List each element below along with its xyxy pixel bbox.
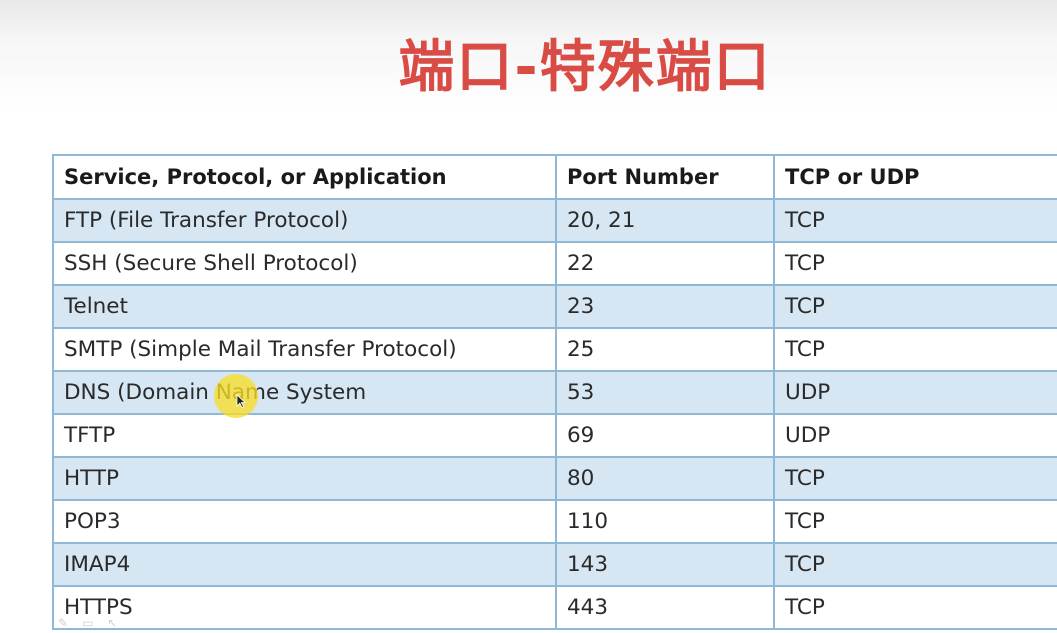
table-row: SSH (Secure Shell Protocol) 22 TCP (52, 241, 1057, 286)
table-row: HTTP 80 TCP (52, 456, 1057, 501)
service-cell: POP3 (52, 499, 557, 544)
service-cell: Telnet (52, 284, 557, 329)
protocol-cell: TCP (773, 198, 1057, 243)
protocol-cell: TCP (773, 499, 1057, 544)
table-row: SMTP (Simple Mail Transfer Protocol) 25 … (52, 327, 1057, 372)
port-table: Service, Protocol, or Application Port N… (52, 154, 1057, 630)
protocol-cell: UDP (773, 370, 1057, 415)
port-cell: 69 (555, 413, 775, 458)
protocol-cell: TCP (773, 542, 1057, 587)
slide-title: 端口-特殊端口 (398, 35, 772, 100)
port-cell: 110 (555, 499, 775, 544)
table-row: DNS (Domain Name System 53 UDP (52, 370, 1057, 415)
header-tcp-or-udp: TCP or UDP (773, 154, 1057, 200)
table-row: IMAP4 143 TCP (52, 542, 1057, 587)
service-cell: SSH (Secure Shell Protocol) (52, 241, 557, 286)
header-service: Service, Protocol, or Application (52, 154, 557, 200)
port-cell: 143 (555, 542, 775, 587)
port-cell: 25 (555, 327, 775, 372)
port-table-container: Service, Protocol, or Application Port N… (52, 154, 1057, 630)
header-port-number: Port Number (555, 154, 775, 200)
port-cell: 53 (555, 370, 775, 415)
mouse-pointer-icon (236, 394, 246, 408)
port-cell: 20, 21 (555, 198, 775, 243)
slides-icon[interactable]: ▭ (82, 614, 93, 632)
port-cell: 80 (555, 456, 775, 501)
service-cell: TFTP (52, 413, 557, 458)
table-header-row: Service, Protocol, or Application Port N… (52, 154, 1057, 200)
port-cell: 23 (555, 284, 775, 329)
service-cell: HTTP (52, 456, 557, 501)
service-cell: SMTP (Simple Mail Transfer Protocol) (52, 327, 557, 372)
service-cell: DNS (Domain Name System (52, 370, 557, 415)
pointer-icon[interactable]: ↖ (107, 614, 117, 632)
service-cell: IMAP4 (52, 542, 557, 587)
table-row: HTTPS 443 TCP (52, 585, 1057, 630)
protocol-cell: TCP (773, 241, 1057, 286)
table-row: TFTP 69 UDP (52, 413, 1057, 458)
protocol-cell: TCP (773, 585, 1057, 630)
protocol-cell: TCP (773, 327, 1057, 372)
service-cell: FTP (File Transfer Protocol) (52, 198, 557, 243)
service-cell: HTTPS (52, 585, 557, 630)
port-cell: 443 (555, 585, 775, 630)
table-row: Telnet 23 TCP (52, 284, 1057, 329)
table-row: POP3 110 TCP (52, 499, 1057, 544)
protocol-cell: UDP (773, 413, 1057, 458)
protocol-cell: TCP (773, 456, 1057, 501)
port-cell: 22 (555, 241, 775, 286)
table-row: FTP (File Transfer Protocol) 20, 21 TCP (52, 198, 1057, 243)
presentation-controls: ✎ ▭ ↖ (58, 614, 117, 632)
pen-icon[interactable]: ✎ (58, 614, 68, 632)
protocol-cell: TCP (773, 284, 1057, 329)
